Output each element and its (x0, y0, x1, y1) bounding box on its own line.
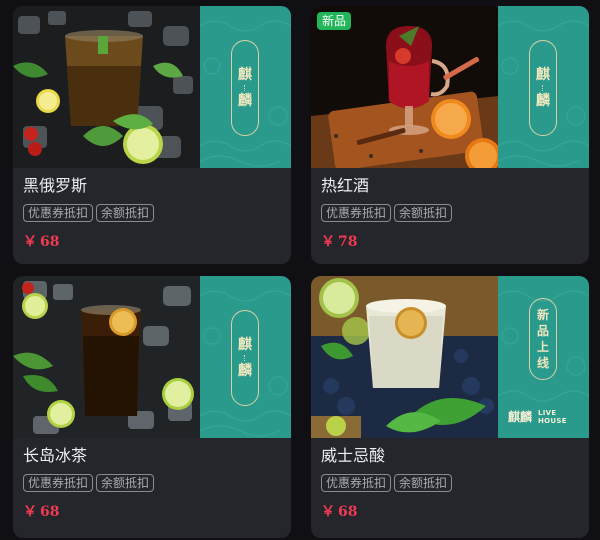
balance-tag: 余额抵扣 (394, 204, 453, 222)
brand-seal: 麒 麟 (529, 40, 557, 136)
new-badge: 新品 (317, 12, 352, 30)
brand-seal-char: 麒 (238, 67, 252, 83)
product-name: 长岛冰茶 (23, 448, 88, 465)
brand-seal-char: 新 (536, 308, 549, 322)
product-name: 威士忌酸 (321, 448, 386, 465)
brand-panel: 麒 麟 (200, 6, 291, 168)
brand-logo-en-line: LIVE (538, 408, 557, 417)
price-value: 68 (40, 234, 60, 250)
price-value: 68 (40, 504, 60, 520)
tag-list: 优惠券抵扣 余额抵扣 (23, 474, 281, 492)
balance-tag: 余额抵扣 (96, 204, 155, 222)
brand-seal: 麒 麟 (231, 310, 259, 406)
brand-seal-char: 品 (536, 324, 549, 338)
currency-symbol: ￥ (321, 504, 335, 520)
product-price: ￥ 78 (321, 231, 579, 251)
brand-panel: 新 品 上 线 麒麟 LIVE HOUSE (498, 276, 589, 438)
product-image[interactable]: 麒 麟 (13, 6, 291, 168)
brand-seal-char: 线 (536, 356, 549, 370)
brand-seal: 麒 麟 (231, 40, 259, 136)
cocktail-photo (311, 6, 499, 168)
brand-panel: 麒 麟 (200, 276, 291, 438)
product-image[interactable]: 麒 麟 (13, 276, 291, 438)
brand-seal-char: 上 (536, 340, 549, 354)
balance-tag: 余额抵扣 (96, 474, 155, 492)
brand-logo-en: LIVE HOUSE (538, 409, 567, 425)
coupon-tag: 优惠券抵扣 (23, 204, 94, 222)
tag-list: 优惠券抵扣 余额抵扣 (321, 204, 579, 222)
brand-logo-text: 麒麟 (508, 410, 533, 424)
product-price: ￥ 68 (321, 501, 579, 521)
brand-seal-char: 麒 (536, 67, 550, 83)
product-image[interactable]: 麒 麟 新品 (311, 6, 589, 168)
balance-tag: 余额抵扣 (394, 474, 453, 492)
product-card-mulled-wine[interactable]: 麒 麟 新品 热红酒 优惠券抵扣 余额抵扣 ￥ 78 (311, 6, 589, 264)
brand-seal-char: 麒 (238, 337, 252, 353)
coupon-tag: 优惠券抵扣 (321, 204, 392, 222)
brand-logo-en-line: HOUSE (538, 416, 567, 425)
price-value: 68 (338, 504, 358, 520)
product-price: ￥ 68 (23, 231, 281, 251)
product-grid: 麒 麟 黑俄罗斯 优惠券抵扣 余额抵扣 ￥ 68 麒 麟 新品 热红酒 优惠券抵… (0, 0, 600, 540)
tag-list: 优惠券抵扣 余额抵扣 (321, 474, 579, 492)
brand-panel: 麒 麟 (498, 6, 589, 168)
currency-symbol: ￥ (23, 234, 37, 250)
currency-symbol: ￥ (321, 234, 335, 250)
coupon-tag: 优惠券抵扣 (23, 474, 94, 492)
brand-seal-char: 麟 (238, 93, 252, 109)
product-card-black-russian[interactable]: 麒 麟 黑俄罗斯 优惠券抵扣 余额抵扣 ￥ 68 (13, 6, 291, 264)
currency-symbol: ￥ (23, 504, 37, 520)
brand-seal: 新 品 上 线 (529, 298, 557, 380)
brand-logo: 麒麟 LIVE HOUSE (508, 408, 567, 425)
product-name: 热红酒 (321, 178, 370, 195)
product-price: ￥ 68 (23, 501, 281, 521)
cocktail-photo (13, 276, 201, 438)
cocktail-photo (13, 6, 201, 168)
product-card-whisky-sour[interactable]: 新 品 上 线 麒麟 LIVE HOUSE 威士忌酸 优惠券抵扣 余额抵扣 ￥ … (311, 276, 589, 538)
cocktail-photo (311, 276, 499, 438)
tag-list: 优惠券抵扣 余额抵扣 (23, 204, 281, 222)
coupon-tag: 优惠券抵扣 (321, 474, 392, 492)
brand-seal-char: 麟 (238, 363, 252, 379)
product-name: 黑俄罗斯 (23, 178, 88, 195)
brand-seal-char: 麟 (536, 93, 550, 109)
product-card-long-island-iced-tea[interactable]: 麒 麟 长岛冰茶 优惠券抵扣 余额抵扣 ￥ 68 (13, 276, 291, 538)
price-value: 78 (338, 234, 358, 250)
product-image[interactable]: 新 品 上 线 麒麟 LIVE HOUSE (311, 276, 589, 438)
